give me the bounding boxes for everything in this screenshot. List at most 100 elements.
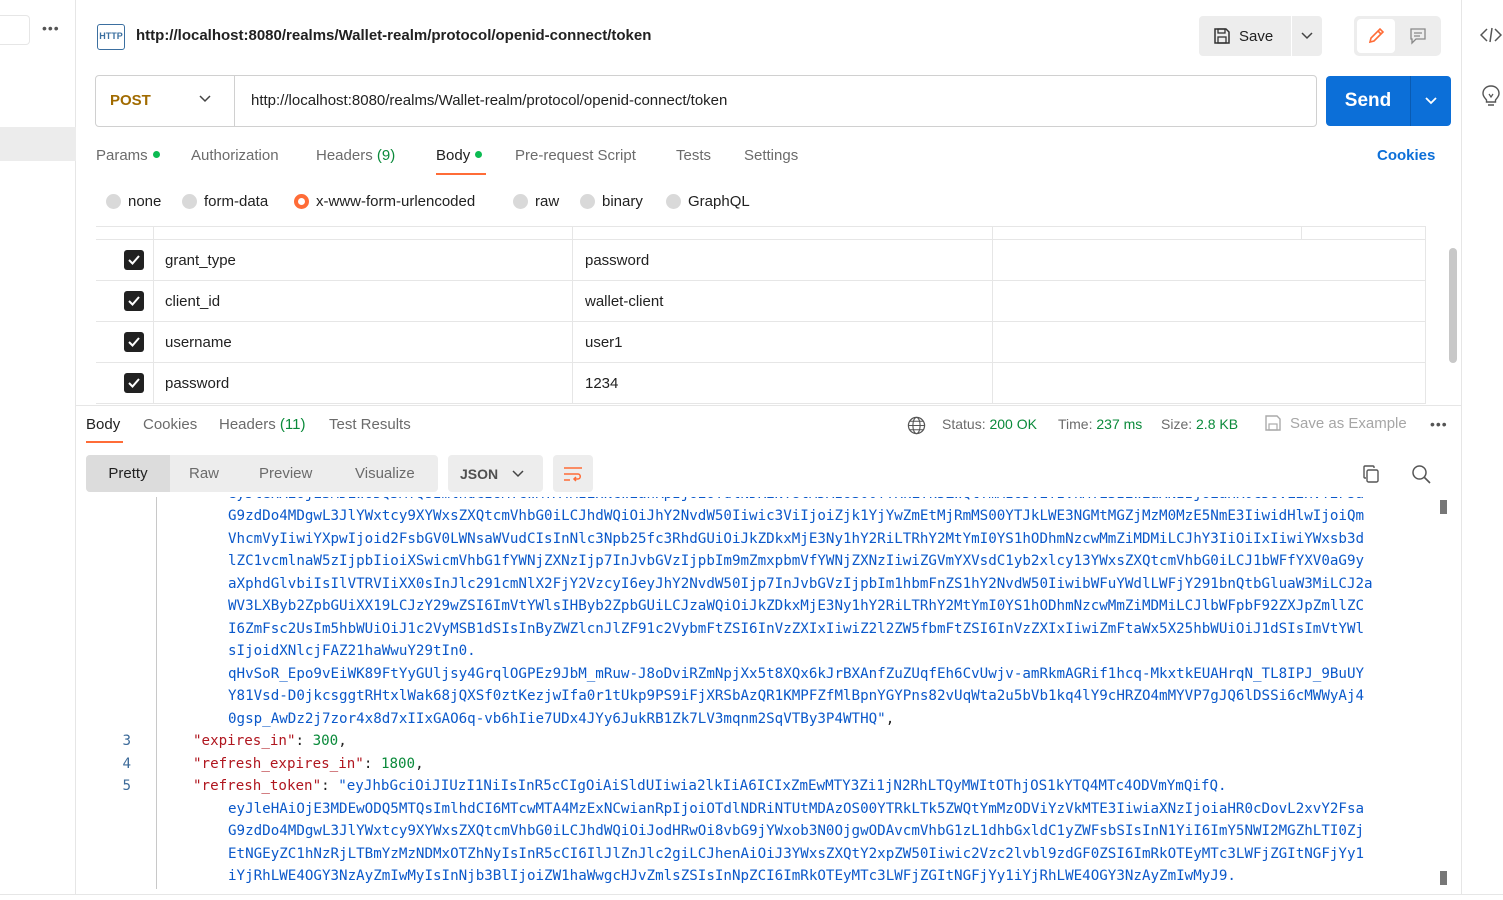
param-key[interactable]: username <box>165 334 232 351</box>
chevron-down-icon[interactable] <box>198 92 212 106</box>
save-icon <box>1265 415 1281 431</box>
sidebar-selected-item[interactable] <box>0 127 76 161</box>
format-pretty-tab[interactable]: Pretty <box>86 455 170 492</box>
sidebar-search-box[interactable] <box>0 15 30 45</box>
radio-circle <box>666 194 681 209</box>
status-bar <box>0 894 1503 900</box>
response-tab-test-results[interactable]: Test Results <box>329 416 411 433</box>
table-header-row <box>96 227 1426 240</box>
tab-tests[interactable]: Tests <box>676 147 711 164</box>
headers-count: (9) <box>376 147 396 164</box>
code-text: WV3LXByb2ZpbGUiXX19LCJzY29wZSI6ImVtYWlsI… <box>228 598 1365 614</box>
tab-params[interactable]: Params <box>96 147 160 164</box>
code-line: qHvSoR_Epo9vEiWK89FtYyGUljsy4GrqlOGPEz9J… <box>86 663 1436 686</box>
copy-icon[interactable] <box>1361 464 1381 484</box>
save-button[interactable]: Save <box>1199 16 1291 56</box>
wrap-lines-button[interactable] <box>553 455 593 492</box>
param-value[interactable]: password <box>585 252 649 269</box>
tab-authorization[interactable]: Authorization <box>191 147 279 164</box>
param-key[interactable]: password <box>165 375 229 392</box>
wrap-lines-icon <box>564 466 582 482</box>
param-value[interactable]: wallet-client <box>585 293 663 310</box>
row-checkbox[interactable] <box>124 373 144 393</box>
json-string: "eyJhbGciOiJIUzI1NiIsInR5cCIgOiAiSldUIiw… <box>338 778 1227 794</box>
table-row[interactable]: password 1234 <box>96 363 1426 404</box>
tab-headers[interactable]: Headers (9) <box>316 147 395 164</box>
checkmark-icon <box>128 337 140 347</box>
status-label: Status: <box>942 416 986 432</box>
editor-scrollbar-down[interactable] <box>1440 871 1447 885</box>
time-value: 237 ms <box>1096 416 1143 432</box>
search-icon[interactable] <box>1411 464 1431 484</box>
code-text: aXphdGlvbiIsIlVTRVIiXX0sInJlc291cmNlX2Fj… <box>228 575 1373 592</box>
radio-binary[interactable]: binary <box>580 193 643 210</box>
code-text: "refresh_expires_in": 1800, <box>193 755 424 772</box>
http-request-icon: HTTP <box>97 24 125 50</box>
line-number: 3 <box>122 733 131 749</box>
response-tab-cookies[interactable]: Cookies <box>143 416 197 433</box>
more-options-icon[interactable]: ••• <box>42 20 60 36</box>
params-scrollbar[interactable] <box>1449 248 1457 363</box>
right-sidebar <box>1461 0 1503 900</box>
globe-icon[interactable] <box>907 416 926 435</box>
more-options-icon[interactable]: ••• <box>1430 416 1448 432</box>
send-options-button[interactable] <box>1410 76 1451 126</box>
code-text: G9zdDo4MDgwL3JlYWxtcy9XYWxsZXQtcmVhbG0iL… <box>228 508 1365 524</box>
send-button[interactable]: Send <box>1326 76 1410 126</box>
request-title[interactable]: http://localhost:8080/realms/Wallet-real… <box>136 27 651 44</box>
radio-circle-selected <box>294 194 309 209</box>
code-line: 5 "refresh_token": "eyJhbGciOiJIUzI1NiIsI… <box>86 775 1436 798</box>
code-line: lZC1vcmlnaW5zIjpbIioiXSwicmVhbG1fYWNjZXN… <box>86 550 1436 573</box>
radio-label: form-data <box>204 193 269 210</box>
code-line: 0gsp_AwDz2j7zor4x8d7xIIxGAO6q-vb6hIie7UD… <box>86 708 1436 731</box>
save-options-button[interactable] <box>1292 16 1322 56</box>
tab-settings[interactable]: Settings <box>744 147 798 164</box>
row-checkbox[interactable] <box>124 291 144 311</box>
format-raw-tab[interactable]: Raw <box>189 465 219 482</box>
format-preview-tab[interactable]: Preview <box>259 465 312 482</box>
tab-prerequest-script[interactable]: Pre-request Script <box>515 147 636 164</box>
lightbulb-icon[interactable] <box>1482 85 1500 107</box>
code-text: I6ZmFsc2UsIm5hbWUiOiJ1c2VyMSB1dSIsInByZW… <box>228 620 1365 637</box>
cookies-link[interactable]: Cookies <box>1377 147 1435 164</box>
table-row[interactable]: grant_type password <box>96 240 1426 281</box>
param-value[interactable]: 1234 <box>585 375 618 392</box>
active-tab-indicator <box>86 441 123 443</box>
radio-circle <box>580 194 595 209</box>
param-value[interactable]: user1 <box>585 334 623 351</box>
params-table: grant_type password client_id wallet-cli… <box>96 226 1426 404</box>
json-key: "refresh_token" <box>193 778 322 794</box>
code-line: iYjRhLWE4OGY3NzAyZmIwMyIsInNjb3BlIjoiZW1… <box>86 865 1436 888</box>
code-line: aXphdGlvbiIsIlVTRVIiXX0sInJlc291cmNlX2Fj… <box>86 573 1436 596</box>
param-key[interactable]: grant_type <box>165 252 236 269</box>
response-tab-headers[interactable]: Headers (11) <box>219 416 305 433</box>
radio-raw[interactable]: raw <box>513 193 559 210</box>
language-select[interactable]: JSON <box>448 455 543 492</box>
http-method-select[interactable]: POST <box>110 92 151 109</box>
collections-sidebar: ••• <box>0 0 76 900</box>
format-visualize-tab[interactable]: Visualize <box>355 465 415 482</box>
param-key[interactable]: client_id <box>165 293 220 310</box>
radio-label: GraphQL <box>688 193 750 210</box>
radio-graphql[interactable]: GraphQL <box>666 193 750 210</box>
response-body-editor[interactable]: eyJleHAiOjE3MDEwODQ5MTQsImlhdCI6MTcwMTA4… <box>86 497 1436 889</box>
radio-none[interactable]: none <box>106 193 161 210</box>
response-status: Status: 200 OK <box>942 416 1037 432</box>
json-key: "refresh_expires_in" <box>193 755 364 772</box>
radio-x-www-form-urlencoded[interactable]: x-www-form-urlencoded <box>294 193 475 210</box>
editor-scrollbar-up[interactable] <box>1440 500 1447 514</box>
tab-body-label: Body <box>436 147 471 164</box>
code-icon[interactable] <box>1480 27 1502 43</box>
save-as-example-button[interactable]: Save as Example <box>1264 414 1407 432</box>
radio-form-data[interactable]: form-data <box>182 193 268 210</box>
table-row[interactable]: client_id wallet-client <box>96 281 1426 322</box>
response-tab-body[interactable]: Body <box>86 416 120 433</box>
edit-mode-button[interactable] <box>1357 19 1395 53</box>
table-row[interactable]: username user1 <box>96 322 1426 363</box>
tab-body[interactable]: Body <box>436 147 483 164</box>
code-text: iYjRhLWE4OGY3NzAyZmIwMyIsInNjb3BlIjoiZW1… <box>228 868 1236 884</box>
row-checkbox[interactable] <box>124 250 144 270</box>
url-input[interactable]: http://localhost:8080/realms/Wallet-real… <box>251 92 727 109</box>
row-checkbox[interactable] <box>124 332 144 352</box>
comments-button[interactable] <box>1399 19 1437 53</box>
